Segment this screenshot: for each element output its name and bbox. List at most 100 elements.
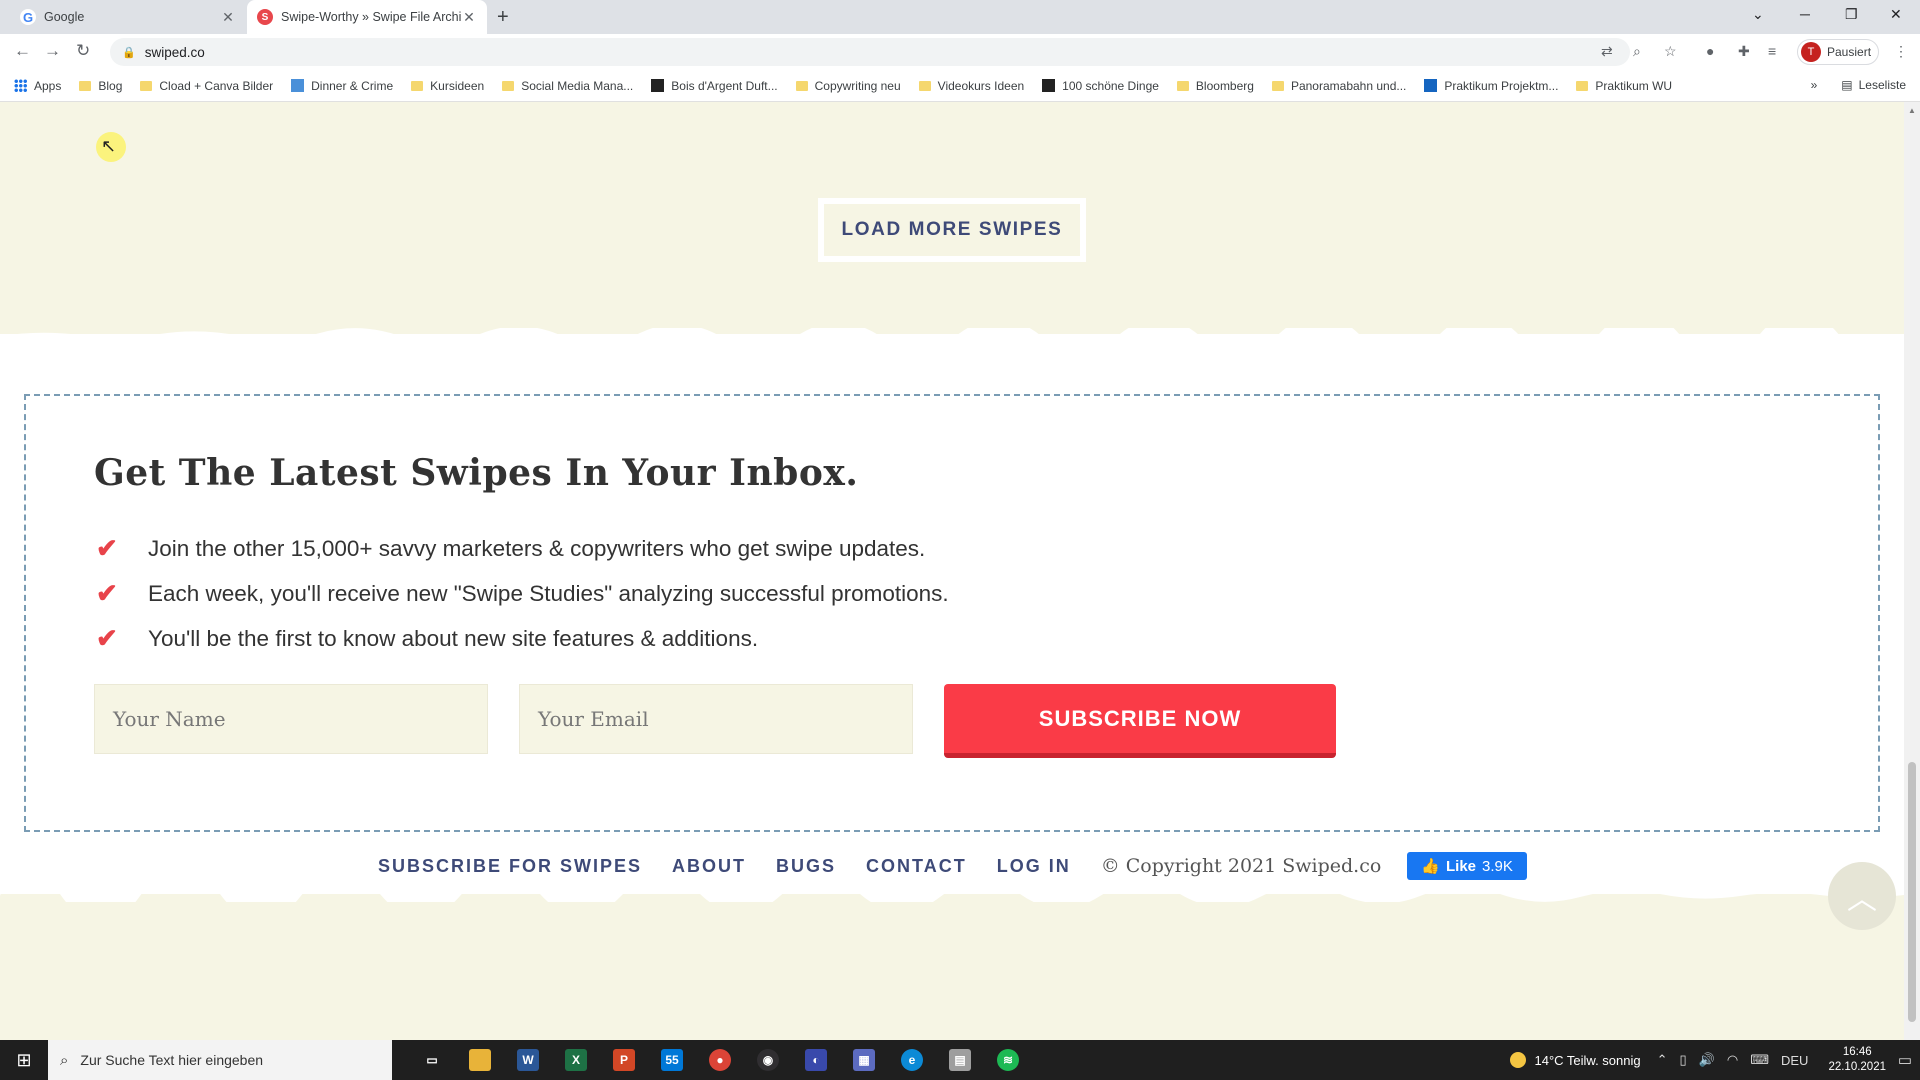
benefit-text: Join the other 15,000+ savvy marketers &… [148, 535, 926, 561]
tab-google[interactable]: G Google ✕ [10, 0, 246, 34]
folder-icon [918, 80, 931, 91]
folder-icon [79, 80, 92, 91]
page-content: LOAD MORE SWIPES Get The Latest Swipes I… [0, 102, 1904, 1040]
bookmark-item[interactable]: Dinner & Crime [291, 79, 393, 93]
scroll-up-arrow-icon[interactable]: ▲ [1908, 106, 1916, 115]
load-more-button[interactable]: LOAD MORE SWIPES [818, 198, 1086, 262]
facebook-like-button[interactable]: 👍 Like 3.9K [1407, 852, 1527, 880]
forward-button[interactable]: → [44, 41, 61, 61]
back-button[interactable]: ← [14, 41, 31, 61]
zoom-icon[interactable]: ⌕ [1633, 43, 1641, 60]
taskbar-search-input[interactable]: ⌕ Zur Suche Text hier eingeben [48, 1040, 392, 1080]
scroll-to-top-button[interactable]: ︿ [1828, 862, 1896, 930]
file-explorer-icon[interactable] [456, 1040, 504, 1080]
bookmark-item[interactable]: Praktikum WU [1576, 79, 1672, 93]
address-bar[interactable]: 🔒 swiped.co [110, 38, 1630, 66]
reload-button[interactable]: ↻ [76, 41, 90, 61]
reading-list[interactable]: » ▤ Leseliste [1811, 78, 1906, 92]
page-scrollbar[interactable]: ▲ [1904, 102, 1920, 1040]
app-icon[interactable]: ▦ [840, 1040, 888, 1080]
app-icon[interactable]: ◐ [792, 1040, 840, 1080]
notification-center-icon[interactable]: ▭ [1898, 1051, 1912, 1069]
bookmark-item[interactable]: Bois d'Argent Duft... [651, 79, 778, 93]
translate-icon[interactable]: ⇄ [1601, 43, 1613, 60]
avatar: T [1801, 42, 1821, 62]
word-icon[interactable]: W [504, 1040, 552, 1080]
restore-button[interactable]: ❐ [1845, 6, 1858, 23]
footer-link-about[interactable]: ABOUT [672, 856, 746, 877]
mail-icon[interactable]: 55 [648, 1040, 696, 1080]
site-icon [651, 79, 665, 92]
benefit-list: ✔ Join the other 15,000+ savvy marketers… [96, 526, 949, 661]
folder-icon [1271, 80, 1284, 91]
minimize-button[interactable]: ─ [1800, 6, 1810, 22]
mail-badge: 55 [661, 1049, 683, 1071]
weather-widget[interactable]: 14°C Teilw. sonnig [1510, 1052, 1641, 1068]
close-tab-icon[interactable]: ✕ [220, 9, 236, 26]
reading-list-icon: ▤ [1841, 78, 1853, 92]
tab-search-icon[interactable]: ⌄ [1752, 6, 1764, 23]
extension-adblock-icon[interactable]: ● [1706, 43, 1714, 59]
bookmark-item[interactable]: Panoramabahn und... [1271, 79, 1406, 93]
close-tab-icon[interactable]: ✕ [461, 9, 477, 26]
bookmark-item[interactable]: Apps [14, 79, 61, 93]
app-icon[interactable]: ▤ [936, 1040, 984, 1080]
bookmark-item[interactable]: Bloomberg [1176, 79, 1254, 93]
footer-link-contact[interactable]: CONTACT [866, 856, 967, 877]
bookmark-item[interactable]: Praktikum Projektm... [1424, 79, 1558, 93]
spotify-icon[interactable]: ≋ [984, 1040, 1032, 1080]
bookmark-item[interactable]: Social Media Mana... [502, 79, 633, 93]
taskbar-clock[interactable]: 16:46 22.10.2021 [1828, 1045, 1886, 1075]
close-window-button[interactable]: ✕ [1890, 6, 1902, 23]
bookmark-item[interactable]: Blog [79, 79, 122, 93]
profile-button[interactable]: T Pausiert [1797, 39, 1879, 65]
bookmark-label: Blog [98, 78, 123, 93]
language-indicator[interactable]: DEU [1781, 1053, 1808, 1068]
footer-link-subscribe[interactable]: SUBSCRIBE FOR SWIPES [378, 856, 642, 877]
extensions-puzzle-icon[interactable]: ✚ [1738, 43, 1750, 60]
excel-icon[interactable]: X [552, 1040, 600, 1080]
benefit-text: You'll be the first to know about new si… [148, 625, 759, 651]
scrollbar-thumb[interactable] [1908, 762, 1916, 1022]
tray-device-icon[interactable]: ▯ [1680, 1052, 1687, 1068]
overflow-chevron-icon[interactable]: » [1811, 78, 1818, 92]
tab-swiped[interactable]: S Swipe-Worthy » Swipe File Archi ✕ [247, 0, 487, 34]
powerpoint-icon[interactable]: P [600, 1040, 648, 1080]
bookmark-label: Kursideen [430, 78, 485, 93]
bookmark-item[interactable]: Copywriting neu [795, 79, 901, 93]
bookmark-label: Cload + Canva Bilder [159, 78, 274, 93]
email-input[interactable]: Your Email [519, 684, 913, 754]
tab-title: Google [44, 10, 85, 24]
media-control-icon[interactable]: ≡ [1768, 43, 1776, 59]
subscribe-button[interactable]: SUBSCRIBE NOW [944, 684, 1336, 758]
list-item: ✔ Each week, you'll receive new "Swipe S… [96, 571, 949, 616]
volume-icon[interactable]: 🔊 [1699, 1052, 1715, 1068]
checkmark-icon: ✔ [96, 578, 118, 608]
new-tab-button[interactable]: + [497, 6, 509, 29]
bookmark-star-icon[interactable]: ☆ [1664, 43, 1677, 60]
reading-list-label: Leseliste [1858, 78, 1906, 92]
bookmark-item[interactable]: Kursideen [411, 79, 484, 93]
task-view-icon[interactable]: ▭ [408, 1040, 456, 1080]
obs-icon[interactable]: ◉ [744, 1040, 792, 1080]
apps-grid-icon [14, 79, 27, 92]
benefit-text: Each week, you'll receive new "Swipe Stu… [148, 580, 949, 606]
wifi-icon[interactable]: ◠ [1727, 1052, 1738, 1068]
site-icon [291, 79, 305, 92]
edge-icon[interactable]: e [888, 1040, 936, 1080]
bookmark-item[interactable]: Cload + Canva Bilder [140, 79, 273, 93]
bookmark-item[interactable]: Videokurs Ideen [918, 79, 1024, 93]
menu-kebab-icon[interactable]: ⋮ [1894, 43, 1908, 60]
tray-chevron-up-icon[interactable]: ⌃ [1657, 1052, 1668, 1068]
bookmark-item[interactable]: 100 schöne Dinge [1042, 79, 1159, 93]
folder-icon [1176, 80, 1189, 91]
list-item: ✔ Join the other 15,000+ savvy marketers… [96, 526, 949, 571]
footer-link-bugs[interactable]: BUGS [776, 856, 836, 877]
search-icon: ⌕ [60, 1051, 69, 1069]
footer-link-login[interactable]: LOG IN [997, 856, 1071, 877]
windows-start-button[interactable]: ⊞ [0, 1040, 48, 1080]
keyboard-icon[interactable]: ⌨ [1750, 1052, 1769, 1068]
name-input[interactable]: Your Name [94, 684, 488, 754]
pinned-apps: ▭ W X P 55 ● ◉ ◐ ▦ e ▤ ≋ [408, 1040, 1032, 1080]
chrome-icon[interactable]: ● [696, 1040, 744, 1080]
